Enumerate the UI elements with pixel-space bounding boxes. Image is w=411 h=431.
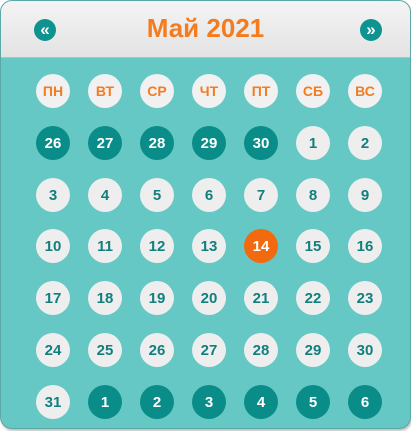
day-cell[interactable]: 11 <box>88 229 122 263</box>
day-cell[interactable]: 29 <box>296 333 330 367</box>
day-cell-other-month[interactable]: 5 <box>296 385 330 419</box>
day-cell[interactable]: 4 <box>88 178 122 212</box>
day-cell-other-month[interactable]: 30 <box>244 126 278 160</box>
day-cell[interactable]: 19 <box>140 281 174 315</box>
weekday-label: ЧТ <box>192 74 226 108</box>
day-cell[interactable]: 8 <box>296 178 330 212</box>
weekday-label: ВТ <box>88 74 122 108</box>
day-cell[interactable]: 22 <box>296 281 330 315</box>
day-cell-other-month[interactable]: 27 <box>88 126 122 160</box>
day-cell[interactable]: 16 <box>348 229 382 263</box>
weekday-label: СБ <box>296 74 330 108</box>
month-title: Май 2021 <box>146 13 265 43</box>
day-cell[interactable]: 7 <box>244 178 278 212</box>
day-cell-other-month[interactable]: 3 <box>192 385 226 419</box>
day-cell-other-month[interactable]: 6 <box>348 385 382 419</box>
day-cell-other-month[interactable]: 29 <box>192 126 226 160</box>
day-cell[interactable]: 3 <box>36 178 70 212</box>
day-cell[interactable]: 9 <box>348 178 382 212</box>
day-cell-other-month[interactable]: 4 <box>244 385 278 419</box>
weekday-label: СР <box>140 74 174 108</box>
day-cell-other-month[interactable]: 28 <box>140 126 174 160</box>
day-cell[interactable]: 15 <box>296 229 330 263</box>
day-cell-other-month[interactable]: 2 <box>140 385 174 419</box>
day-cell[interactable]: 27 <box>192 333 226 367</box>
day-cell[interactable]: 12 <box>140 229 174 263</box>
day-cell[interactable]: 31 <box>36 385 70 419</box>
day-cell[interactable]: 1 <box>296 126 330 160</box>
day-cell[interactable]: 25 <box>88 333 122 367</box>
day-cell[interactable]: 21 <box>244 281 278 315</box>
day-cell[interactable]: 2 <box>348 126 382 160</box>
day-cell[interactable]: 13 <box>192 229 226 263</box>
calendar-header: « Май 2021 » <box>1 1 410 58</box>
day-cell[interactable]: 30 <box>348 333 382 367</box>
day-cell[interactable]: 17 <box>36 281 70 315</box>
day-cell[interactable]: 24 <box>36 333 70 367</box>
day-cell[interactable]: 28 <box>244 333 278 367</box>
weekday-label: ПН <box>36 74 70 108</box>
day-cell[interactable]: 23 <box>348 281 382 315</box>
day-cell[interactable]: 5 <box>140 178 174 212</box>
day-cell[interactable]: 6 <box>192 178 226 212</box>
calendar: « Май 2021 » ПН ВТ СР ЧТ ПТ СБ ВС 26 27 28 29 30 1 2 3… <box>0 0 411 429</box>
day-cell-other-month[interactable]: 1 <box>88 385 122 419</box>
next-month-icon[interactable]: » <box>360 19 382 41</box>
day-cell[interactable]: 20 <box>192 281 226 315</box>
weekday-label: ПТ <box>244 74 278 108</box>
day-cell[interactable]: 26 <box>140 333 174 367</box>
weekday-label: ВС <box>348 74 382 108</box>
day-cell[interactable]: 18 <box>88 281 122 315</box>
day-cell-today[interactable]: 14 <box>244 229 278 263</box>
day-cell-other-month[interactable]: 26 <box>36 126 70 160</box>
day-cell[interactable]: 10 <box>36 229 70 263</box>
